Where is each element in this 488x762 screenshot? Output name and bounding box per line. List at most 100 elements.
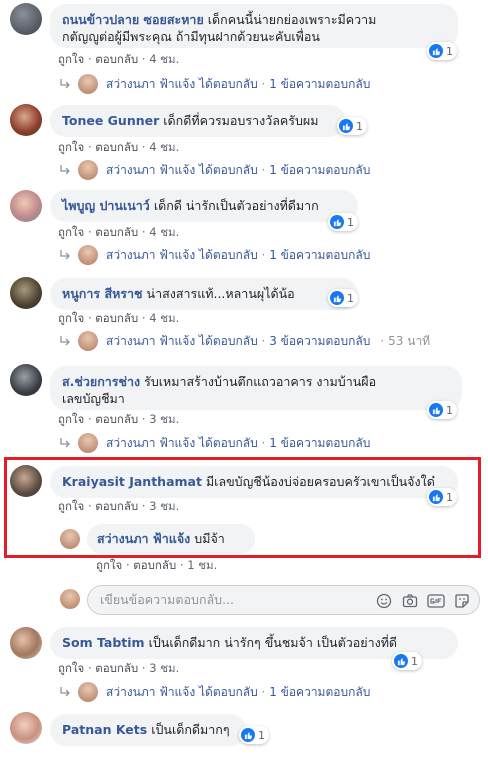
reply-link[interactable]: ตอบกลับ — [133, 558, 176, 572]
like-icon — [330, 291, 344, 305]
avatar — [78, 74, 98, 94]
commenter-name[interactable]: Tonee Gunner — [62, 113, 159, 128]
reaction-count[interactable]: 1 — [427, 42, 457, 60]
comment-text: กตัญญูต่อผู้มีพระคุณ ถ้ามีทุนฝากด้วยนะคั… — [62, 29, 320, 44]
reply-time[interactable]: 1 ชม. — [187, 558, 217, 572]
reaction-count[interactable]: 1 — [427, 488, 457, 506]
comment-text: เลขบัญชีมา — [62, 391, 125, 406]
reply-arrow-icon — [60, 250, 70, 260]
avatar[interactable] — [10, 364, 42, 396]
reaction-count[interactable]: 1 — [427, 401, 457, 419]
comment-text: เด็กดี น่ารักเป็นตัวอย่างที่ดีมาก — [153, 198, 319, 213]
reaction-count[interactable]: 1 — [328, 289, 358, 307]
comment-bubble: Tonee Gunner เด็กดีที่ควรมอบรางวัลครับผม — [50, 105, 346, 137]
commenter-name[interactable]: Kraiyasit Janthamat — [62, 474, 202, 489]
reply-link[interactable]: ตอบกลับ — [95, 311, 138, 325]
comment-bubble: Kraiyasit Janthamat มีเลขบัญชีน้องบ่จ่อยค… — [50, 466, 458, 498]
comment-text: เป็นเด็กดีมาก น่ารักๆ ขึ้นชมจ้า เป็นตัวอ… — [148, 635, 398, 650]
comment-actions: ถูกใจ · ตอบกลับ · 3 ชม. — [58, 499, 180, 513]
like-icon — [429, 490, 443, 504]
like-icon — [339, 119, 353, 133]
comment-bubble: ถนนข้าวปลาย ซอยสะหาย เด็กคนนี้น่ายกย่องเพ… — [50, 4, 458, 48]
reply-link[interactable]: ตอบกลับ — [95, 52, 138, 66]
like-icon — [330, 215, 344, 229]
commenter-name[interactable]: ถนนข้าวปลาย ซอยสะหาย — [62, 12, 204, 27]
comment-actions: ถูกใจ · ตอบกลับ · 4 ชม. — [58, 311, 180, 325]
comment-actions: ถูกใจ · ตอบกลับ · 4 ชม. — [58, 225, 180, 239]
avatar — [78, 331, 98, 351]
avatar[interactable] — [10, 3, 42, 35]
reply-time: 53 นาที — [388, 333, 431, 348]
comment-actions: ถูกใจ · ตอบกลับ · 3 ชม. — [58, 412, 180, 426]
like-link[interactable]: ถูกใจ — [58, 311, 84, 325]
like-link[interactable]: ถูกใจ — [58, 52, 84, 66]
comment-text: เป็นเด็กดีมากๆ — [151, 722, 230, 737]
view-replies[interactable]: สว่างนภา ฟ้าแจ้ง ได้ตอบกลับ · 3 ข้อความต… — [58, 331, 430, 351]
comment-bubble: Patnan Kets เป็นเด็กดีมากๆ — [50, 714, 246, 746]
like-icon — [429, 44, 443, 58]
gif-icon[interactable] — [427, 592, 445, 610]
reply-link[interactable]: ตอบกลับ — [95, 225, 138, 239]
comment-bubble: ไพบูญ ปานเนาว์ เด็กดี น่ารักเป็นตัวอย่างท… — [50, 190, 358, 222]
comment-time[interactable]: 4 ชม. — [149, 225, 179, 239]
avatar[interactable] — [60, 529, 80, 549]
reply-link[interactable]: ตอบกลับ — [95, 661, 138, 675]
reply-arrow-icon — [60, 165, 70, 175]
reply-input[interactable]: เขียนข้อความตอบกลับ... — [87, 585, 480, 615]
avatar — [78, 245, 98, 265]
like-link[interactable]: ถูกใจ — [58, 225, 84, 239]
view-replies[interactable]: สว่างนภา ฟ้าแจ้ง ได้ตอบกลับ · 1 ข้อความต… — [58, 682, 370, 702]
reply-link[interactable]: ตอบกลับ — [95, 412, 138, 426]
replier-name[interactable]: สว่างนภา ฟ้าแจ้ง — [97, 531, 190, 546]
commenter-name[interactable]: หนูการ สีหราช — [62, 286, 143, 301]
like-icon — [241, 728, 255, 742]
like-link[interactable]: ถูกใจ — [58, 499, 84, 513]
commenter-name[interactable]: Som Tabtim — [62, 635, 145, 650]
like-link[interactable]: ถูกใจ — [58, 661, 84, 675]
reply-arrow-icon — [60, 438, 70, 448]
avatar[interactable] — [10, 277, 42, 309]
avatar[interactable] — [10, 465, 42, 497]
commenter-name[interactable]: ส.ช่วยการช่าง — [62, 374, 140, 389]
comment-time[interactable]: 3 ชม. — [149, 499, 179, 513]
avatar[interactable] — [10, 104, 42, 136]
avatar[interactable] — [10, 627, 42, 659]
comment-text: เด็กดีที่ควรมอบรางวัลครับผม — [163, 113, 319, 128]
like-link[interactable]: ถูกใจ — [58, 140, 84, 154]
camera-icon[interactable] — [401, 592, 419, 610]
view-replies[interactable]: สว่างนภา ฟ้าแจ้ง ได้ตอบกลับ · 1 ข้อความต… — [58, 160, 370, 180]
comment-time[interactable]: 3 ชม. — [149, 661, 179, 675]
view-replies[interactable]: สว่างนภา ฟ้าแจ้ง ได้ตอบกลับ · 1 ข้อความต… — [58, 433, 370, 453]
avatar[interactable] — [10, 190, 42, 222]
reply-link[interactable]: ตอบกลับ — [95, 499, 138, 513]
reaction-count[interactable]: 1 — [392, 652, 422, 670]
sticker-icon[interactable] — [453, 592, 471, 610]
avatar — [78, 433, 98, 453]
like-link[interactable]: ถูกใจ — [58, 412, 84, 426]
comment-text: เด็กคนนี้น่ายกย่องเพราะมีความ — [207, 12, 377, 27]
reaction-count[interactable]: 1 — [328, 213, 358, 231]
commenter-name[interactable]: Patnan Kets — [62, 722, 147, 737]
reply-arrow-icon — [60, 79, 70, 89]
view-replies[interactable]: สว่างนภา ฟ้าแจ้ง ได้ตอบกลับ · 1 ข้อความต… — [58, 245, 370, 265]
comment-time[interactable]: 4 ชม. — [149, 140, 179, 154]
reaction-count[interactable]: 1 — [239, 726, 269, 744]
reply-link[interactable]: ตอบกลับ — [95, 140, 138, 154]
comment-time[interactable]: 4 ชม. — [149, 52, 179, 66]
commenter-name[interactable]: ไพบูญ ปานเนาว์ — [62, 198, 150, 213]
view-replies[interactable]: สว่างนภา ฟ้าแจ้ง ได้ตอบกลับ · 1 ข้อความต… — [58, 74, 370, 94]
comment-text: รับเหมาสร้างบ้านตึกแถวอาคาร งามบ้านผือ — [144, 374, 377, 389]
avatar — [78, 160, 98, 180]
comment-actions: ถูกใจ · ตอบกลับ · 4 ชม. — [58, 52, 180, 66]
comment-bubble: หนูการ สีหราช น่าสงสารแท้...หลานผุได้น้อ — [50, 278, 358, 310]
reply-bubble: สว่างนภา ฟ้าแจ้ง บมีจ้า — [87, 524, 255, 554]
reply-actions: ถูกใจ · ตอบกลับ · 1 ชม. — [96, 558, 218, 572]
comment-actions: ถูกใจ · ตอบกลับ · 3 ชม. — [58, 661, 180, 675]
avatar[interactable] — [10, 712, 42, 744]
comment-time[interactable]: 3 ชม. — [149, 412, 179, 426]
comment-time[interactable]: 4 ชม. — [149, 311, 179, 325]
emoji-icon[interactable] — [375, 592, 393, 610]
like-link[interactable]: ถูกใจ — [96, 558, 122, 572]
reaction-count[interactable]: 1 — [337, 117, 367, 135]
like-icon — [429, 403, 443, 417]
